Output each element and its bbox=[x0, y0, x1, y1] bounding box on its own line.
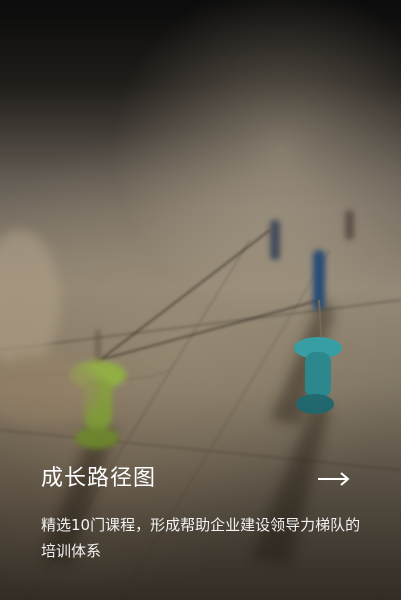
arrow-right-icon[interactable] bbox=[316, 462, 352, 496]
teal-pin bbox=[294, 299, 342, 414]
card-description: 精选10门课程，形成帮助企业建设领导力梯队的培训体系 bbox=[41, 516, 361, 560]
growth-path-card[interactable]: 成长路径图 精选10门课程，形成帮助企业建设领导力梯队的培训体系 bbox=[0, 0, 401, 600]
card-title: 成长路径图 bbox=[41, 466, 157, 491]
image-overlay bbox=[0, 0, 401, 600]
background-photo bbox=[0, 210, 401, 600]
